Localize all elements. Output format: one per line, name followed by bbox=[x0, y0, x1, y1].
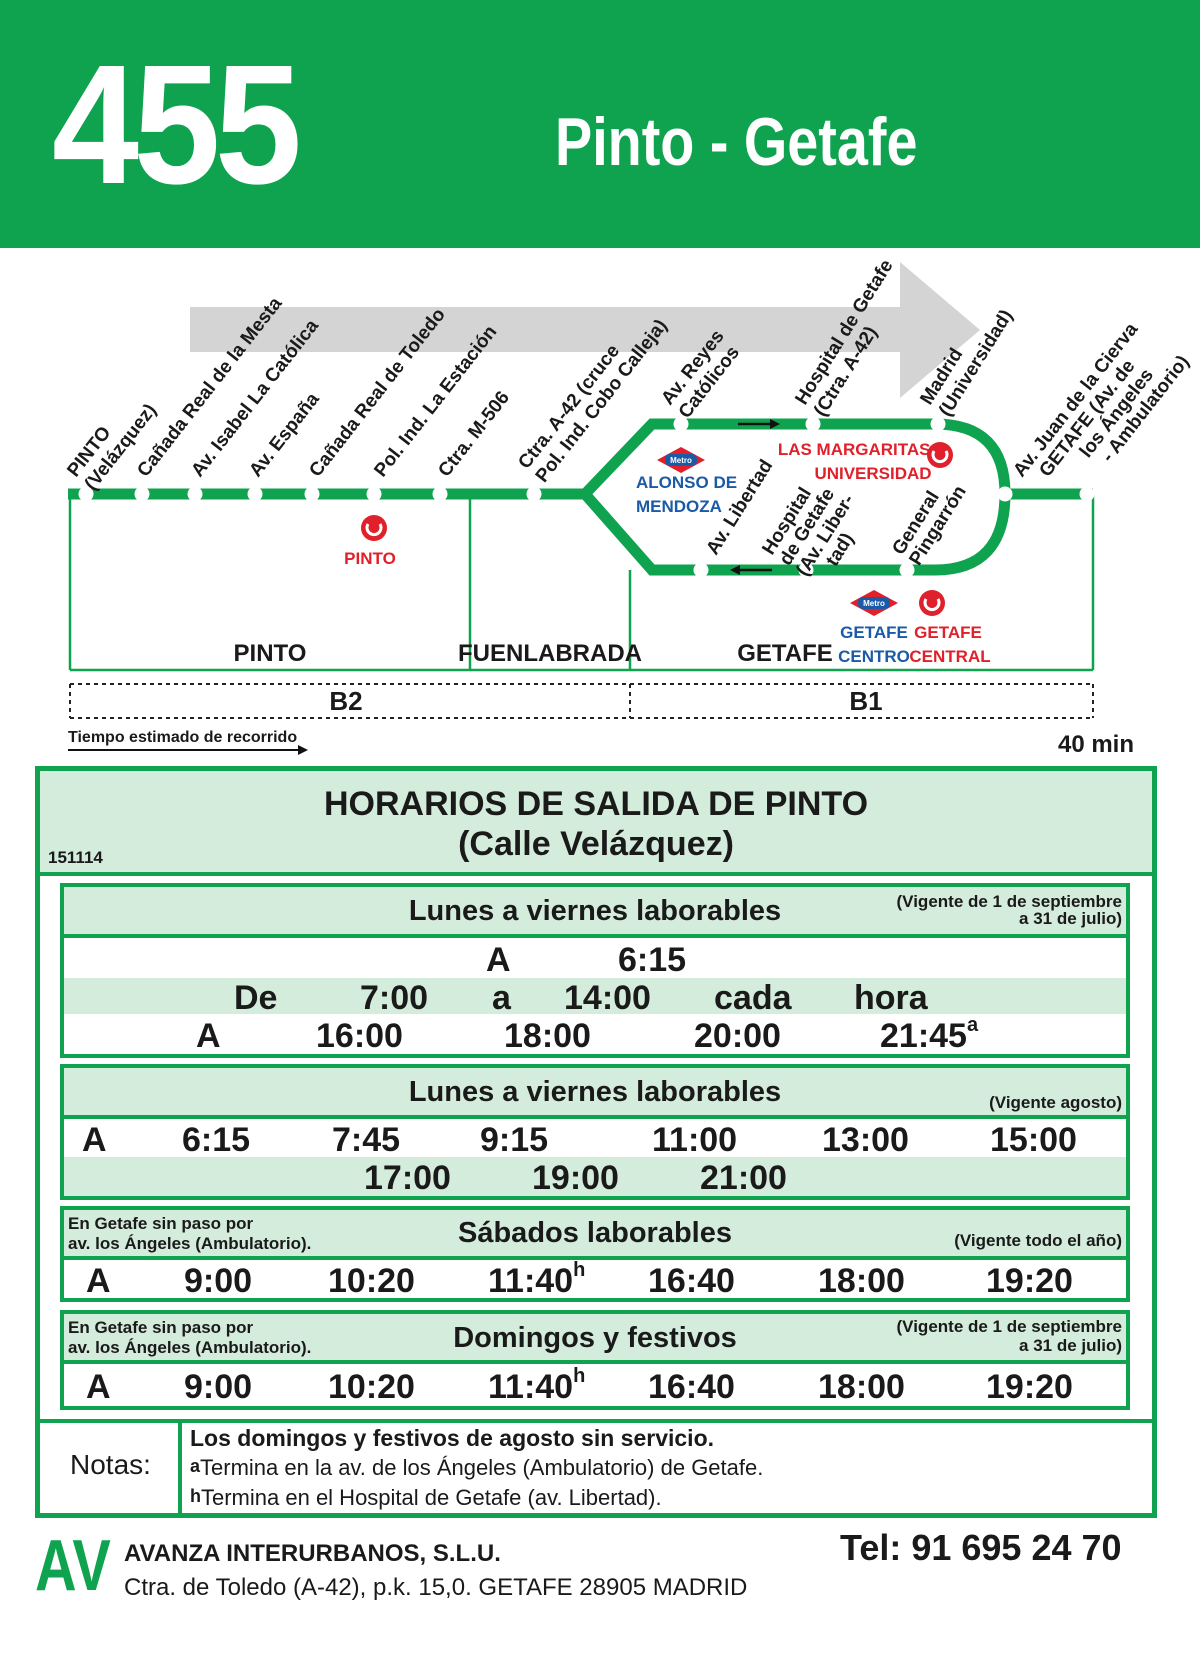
schedule-title: HORARIOS DE SALIDA DE PINTO bbox=[323, 785, 869, 823]
schedule-cell: 11:00 bbox=[652, 1121, 738, 1159]
stop-dot bbox=[526, 486, 542, 502]
municipality-label: PINTO bbox=[234, 640, 307, 667]
stop-label: GeneralPingarrón bbox=[888, 471, 970, 569]
schedule-cell: A bbox=[82, 1121, 107, 1159]
schedule-cell: 9:00 bbox=[184, 1262, 253, 1300]
municipality-label: GETAFE bbox=[737, 640, 833, 667]
stop-dot bbox=[247, 486, 263, 502]
arrow-right-icon bbox=[298, 745, 308, 755]
station-getafe-central: GETAFE CENTRAL bbox=[909, 623, 990, 666]
travel-time-label: Tiempo estimado de recorrido bbox=[68, 729, 297, 746]
route-map: PINTO(Velázquez) Cañada Real de la Mesta… bbox=[63, 256, 1193, 758]
cercanias-icon bbox=[919, 590, 945, 616]
schedule-cell: 9:15 bbox=[480, 1121, 549, 1159]
schedule-cell: 21:00 bbox=[700, 1159, 787, 1197]
schedule-cell: 19:20 bbox=[986, 1368, 1073, 1406]
zone-label: B1 bbox=[849, 686, 882, 716]
stop-dot bbox=[930, 416, 946, 432]
cercanias-icon bbox=[361, 515, 387, 541]
schedule-cell: 9:00 bbox=[184, 1368, 253, 1406]
phone-number: Tel: 91 695 24 70 bbox=[840, 1527, 1122, 1568]
station-pinto: PINTO bbox=[344, 549, 396, 568]
stop-dot bbox=[1079, 486, 1095, 502]
company-name: AVANZA INTERURBANOS, S.L.U. bbox=[124, 1540, 501, 1567]
schedule-cell: 7:45 bbox=[332, 1121, 401, 1159]
notes-line: Los domingos y festivos de agosto sin se… bbox=[190, 1425, 715, 1451]
schedule-cell: 18:00 bbox=[818, 1262, 905, 1300]
zone-label: B2 bbox=[329, 686, 362, 716]
route-number: 455 bbox=[52, 30, 302, 220]
travel-time: 40 min bbox=[1058, 731, 1134, 758]
sunday-validity: (Vigente de 1 de septiembre a 31 de julio… bbox=[896, 1317, 1122, 1355]
station-alonso: ALONSO DE MENDOZA bbox=[636, 473, 737, 516]
schedule-cell: 18:00 bbox=[504, 1017, 591, 1055]
stop-dot bbox=[366, 486, 382, 502]
stop-dot bbox=[693, 562, 709, 578]
schedule-cell: 10:20 bbox=[328, 1262, 415, 1300]
document-code: 151114 bbox=[48, 848, 103, 867]
schedule-cell: A bbox=[86, 1262, 111, 1300]
stop-dot bbox=[432, 486, 448, 502]
weekday-validity: (Vigente de 1 de septiembre a 31 de julio… bbox=[896, 892, 1122, 928]
station-margaritas: LAS MARGARITAS-UNIVERSIDAD bbox=[778, 440, 936, 483]
schedule-cell: 11:40h bbox=[488, 1365, 586, 1406]
schedule-cell: 19:20 bbox=[986, 1262, 1073, 1300]
schedule-cell: 6:15 bbox=[618, 941, 687, 979]
schedule-cell: 16:40 bbox=[648, 1368, 735, 1406]
schedule-cell: 16:00 bbox=[316, 1017, 403, 1055]
stop-dot bbox=[805, 416, 821, 432]
sunday-box: En Getafe sin paso por av. los Ángeles (A… bbox=[60, 1310, 1130, 1410]
stop-dot bbox=[187, 486, 203, 502]
metro-icon: Metro bbox=[657, 447, 705, 473]
route-name: Pinto - Getafe bbox=[555, 104, 918, 180]
weekday-august-box: Lunes a viernes laborables (Vigente agos… bbox=[60, 1064, 1130, 1200]
schedule-cell: 10:20 bbox=[328, 1368, 415, 1406]
schedule-cell: 15:00 bbox=[990, 1121, 1077, 1159]
schedule-cell: 19:00 bbox=[532, 1159, 619, 1197]
cercanias-icon bbox=[927, 442, 953, 468]
schedule-cell: a bbox=[492, 979, 511, 1017]
schedule-cell: 20:00 bbox=[694, 1017, 781, 1055]
notes-line: aTermina en la av. de los Ángeles (Ambul… bbox=[190, 1455, 764, 1480]
stop-dot bbox=[997, 486, 1013, 502]
august-title: Lunes a viernes laborables bbox=[408, 1076, 782, 1108]
schedule-cell: A bbox=[86, 1368, 111, 1406]
schedule-cell: 11:40h bbox=[488, 1259, 586, 1300]
municipality-label: FUENLABRADA bbox=[458, 640, 642, 667]
schedule-cell: cada bbox=[714, 979, 792, 1017]
august-validity: (Vigente agosto) bbox=[989, 1093, 1122, 1112]
schedule-cell: 16:40 bbox=[648, 1262, 735, 1300]
schedule-panel: HORARIOS DE SALIDA DE PINTO (Calle Veláz… bbox=[35, 766, 1157, 1518]
schedule-cell: 13:00 bbox=[822, 1121, 909, 1159]
notes-line: hTermina en el Hospital de Getafe (av. L… bbox=[190, 1485, 662, 1510]
company-logo: AV bbox=[35, 1526, 111, 1606]
svg-text:Metro: Metro bbox=[863, 599, 885, 608]
schedule-cell: A bbox=[196, 1017, 221, 1055]
weekday-box: Lunes a viernes laborables (Vigente de 1… bbox=[60, 883, 1130, 1058]
svg-text:Metro: Metro bbox=[670, 456, 692, 465]
schedule-cell: 7:00 bbox=[360, 979, 429, 1017]
station-getafe-centro: GETAFE CENTRO bbox=[838, 623, 910, 666]
schedule-cell: De bbox=[234, 979, 278, 1017]
schedule-subtitle: (Calle Velázquez) bbox=[458, 825, 734, 863]
stop-dot bbox=[304, 486, 320, 502]
saturday-validity: (Vigente todo el año) bbox=[954, 1231, 1122, 1250]
stop-dot bbox=[134, 486, 150, 502]
schedule-cell: A bbox=[486, 941, 511, 979]
schedule-cell: 21:45a bbox=[880, 1014, 979, 1055]
schedule-cell: 6:15 bbox=[182, 1121, 251, 1159]
stop-dot bbox=[899, 562, 915, 578]
metro-icon: Metro bbox=[850, 590, 898, 616]
schedule-cell: 14:00 bbox=[564, 979, 651, 1017]
saturday-box: En Getafe sin paso por av. los Ángeles (A… bbox=[60, 1206, 1130, 1302]
company-address: Ctra. de Toledo (A-42), p.k. 15,0. GETAF… bbox=[124, 1574, 748, 1601]
notes-label: Notas: bbox=[70, 1449, 151, 1480]
schedule-cell: 18:00 bbox=[818, 1368, 905, 1406]
schedule-cell: 17:00 bbox=[364, 1159, 451, 1197]
schedule-cell: hora bbox=[854, 979, 928, 1017]
